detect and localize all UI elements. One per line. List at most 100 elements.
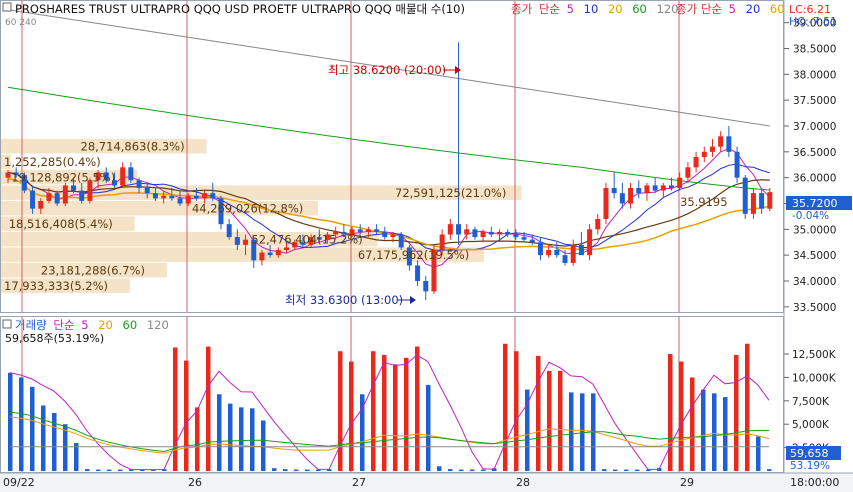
candle-body[interactable] (185, 195, 191, 204)
candle-body[interactable] (357, 229, 363, 232)
volume-toggle-icon[interactable] (2, 319, 12, 329)
stock-chart[interactable]: 28,714,863(8.3%)1,252,285(0.4%) 19,128,89… (0, 0, 853, 492)
panel-toggle-icon[interactable] (2, 2, 12, 12)
candle-body[interactable] (709, 146, 715, 152)
volume-bar[interactable] (85, 469, 90, 471)
candle-body[interactable] (472, 229, 478, 238)
candle-body[interactable] (382, 231, 388, 238)
volume-bar[interactable] (393, 364, 398, 471)
candle-body[interactable] (570, 244, 576, 263)
candle-body[interactable] (488, 231, 494, 235)
candle-body[interactable] (365, 229, 371, 232)
volume-bar[interactable] (371, 351, 376, 471)
candle-body[interactable] (5, 172, 11, 178)
volume-bar[interactable] (30, 386, 35, 471)
volume-bar[interactable] (8, 372, 13, 471)
volume-bar[interactable] (261, 420, 266, 471)
candle-body[interactable] (447, 224, 453, 235)
candle-body[interactable] (226, 224, 232, 238)
volume-bar[interactable] (239, 407, 244, 471)
candle-body[interactable] (136, 180, 142, 188)
candle-body[interactable] (30, 190, 36, 209)
candle-body[interactable] (71, 185, 77, 191)
candle-body[interactable] (177, 198, 183, 204)
candle-body[interactable] (374, 229, 380, 232)
candle-body[interactable] (734, 151, 740, 178)
candle-body[interactable] (202, 193, 208, 199)
volume-bar[interactable] (426, 384, 431, 471)
volume-bar[interactable] (767, 469, 772, 471)
candle-body[interactable] (546, 250, 552, 256)
candle-body[interactable] (628, 188, 634, 204)
volume-bar[interactable] (52, 412, 57, 471)
candle-body[interactable] (267, 252, 273, 256)
volume-bar[interactable] (547, 370, 552, 471)
candle-body[interactable] (562, 255, 568, 263)
candle-body[interactable] (275, 250, 281, 256)
candle-body[interactable] (480, 231, 486, 238)
volume-bar[interactable] (349, 361, 354, 471)
candle-body[interactable] (46, 193, 52, 201)
candle-body[interactable] (750, 193, 756, 214)
candle-body[interactable] (677, 177, 683, 188)
candle-body[interactable] (726, 136, 732, 152)
volume-bar[interactable] (294, 469, 299, 471)
volume-bar[interactable] (272, 468, 277, 471)
volume-bar[interactable] (382, 354, 387, 471)
candle-body[interactable] (456, 224, 462, 235)
volume-bar[interactable] (19, 377, 24, 471)
candle-body[interactable] (390, 234, 396, 238)
volume-bar[interactable] (283, 469, 288, 471)
candle-body[interactable] (54, 193, 60, 204)
volume-bar[interactable] (580, 393, 585, 471)
volume-bar[interactable] (217, 394, 222, 471)
volume-bar[interactable] (470, 469, 475, 471)
volume-bar[interactable] (41, 405, 46, 472)
volume-bar[interactable] (415, 346, 420, 471)
candle-body[interactable] (128, 167, 134, 181)
volume-bar[interactable] (701, 389, 706, 471)
candle-body[interactable] (398, 234, 404, 248)
candle-body[interactable] (611, 188, 617, 194)
candle-body[interactable] (152, 193, 158, 199)
volume-bar[interactable] (107, 469, 112, 471)
candle-body[interactable] (537, 242, 543, 256)
volume-bar[interactable] (602, 469, 607, 471)
volume-bar[interactable] (503, 343, 508, 471)
candle-body[interactable] (636, 188, 642, 194)
candle-body[interactable] (578, 244, 584, 256)
candle-body[interactable] (120, 167, 126, 186)
volume-bar[interactable] (536, 355, 541, 471)
volume-bar[interactable] (514, 351, 519, 471)
candle-body[interactable] (660, 185, 666, 191)
candle-body[interactable] (284, 247, 290, 250)
candle-body[interactable] (603, 188, 609, 219)
volume-bar[interactable] (206, 346, 211, 471)
candle-body[interactable] (505, 231, 511, 235)
candle-body[interactable] (718, 136, 724, 147)
candle-body[interactable] (496, 231, 502, 235)
volume-bar[interactable] (437, 466, 442, 471)
candle-body[interactable] (243, 239, 249, 245)
volume-bar[interactable] (305, 469, 310, 471)
candle-body[interactable] (693, 157, 699, 168)
volume-bar[interactable] (459, 469, 464, 471)
volume-bar[interactable] (756, 436, 761, 471)
candle-body[interactable] (169, 195, 175, 199)
volume-bar[interactable] (173, 347, 178, 471)
candle-body[interactable] (161, 195, 167, 199)
volume-bar[interactable] (635, 469, 640, 471)
candle-body[interactable] (234, 237, 240, 245)
volume-bar[interactable] (404, 357, 409, 471)
candle-body[interactable] (652, 185, 658, 191)
volume-bar[interactable] (118, 469, 123, 471)
candle-body[interactable] (513, 234, 519, 238)
candle-body[interactable] (554, 250, 560, 256)
candle-body[interactable] (529, 239, 535, 243)
candle-body[interactable] (669, 185, 675, 188)
candle-body[interactable] (464, 229, 470, 235)
volume-bar[interactable] (624, 469, 629, 471)
volume-bar[interactable] (195, 407, 200, 471)
candle-body[interactable] (742, 177, 748, 214)
volume-bar[interactable] (448, 469, 453, 471)
